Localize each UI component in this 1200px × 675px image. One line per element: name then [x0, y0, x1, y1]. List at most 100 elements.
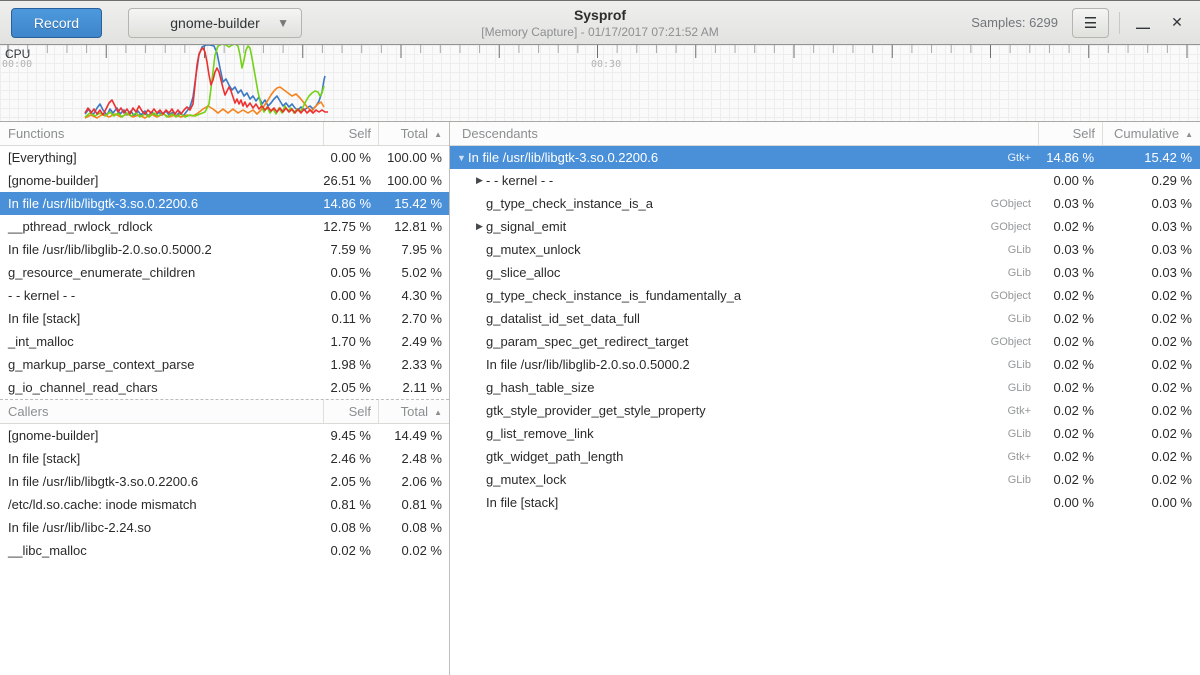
table-row[interactable]: In file [stack]0.11 %2.70 %: [0, 307, 449, 330]
descendant-name-cell: In file /usr/lib/libglib-2.0.so.0.5000.2…: [450, 357, 1038, 372]
table-row[interactable]: In file /usr/lib/libgtk-3.so.0.2200.614.…: [0, 192, 449, 215]
self-percent: 14.86 %: [1038, 150, 1102, 165]
cumulative-percent: 0.02 %: [1102, 472, 1200, 487]
record-button[interactable]: Record: [11, 8, 102, 38]
tree-row[interactable]: g_mutex_lockGLib0.02 %0.02 %: [450, 468, 1200, 491]
tree-row[interactable]: g_param_spec_get_redirect_targetGObject0…: [450, 330, 1200, 353]
table-row[interactable]: g_resource_enumerate_children0.05 %5.02 …: [0, 261, 449, 284]
left-pane: Functions Self Total▲ [Everything]0.00 %…: [0, 122, 450, 675]
tree-row[interactable]: gtk_widget_path_lengthGtk+0.02 %0.02 %: [450, 445, 1200, 468]
table-row[interactable]: [gnome-builder]26.51 %100.00 %: [0, 169, 449, 192]
total-percent: 14.49 %: [378, 428, 449, 443]
descendant-name: g_mutex_lock: [486, 472, 566, 487]
tree-row[interactable]: ▼In file /usr/lib/libgtk-3.so.0.2200.6Gt…: [450, 146, 1200, 169]
cumulative-percent: 0.02 %: [1102, 357, 1200, 372]
target-dropdown[interactable]: gnome-builder ▼: [128, 8, 302, 38]
library-tag: GLib: [1008, 359, 1038, 371]
table-row[interactable]: __pthread_rwlock_rdlock12.75 %12.81 %: [0, 215, 449, 238]
descendant-name: g_type_check_instance_is_a: [486, 196, 653, 211]
table-row[interactable]: g_io_channel_read_chars2.05 %2.11 %: [0, 376, 449, 399]
total-percent: 2.49 %: [378, 334, 449, 349]
tree-row[interactable]: g_type_check_instance_is_aGObject0.03 %0…: [450, 192, 1200, 215]
self-percent: 0.81 %: [323, 497, 378, 512]
self-percent: 26.51 %: [323, 173, 378, 188]
table-row[interactable]: g_markup_parse_context_parse1.98 %2.33 %: [0, 353, 449, 376]
tree-row[interactable]: g_slice_allocGLib0.03 %0.03 %: [450, 261, 1200, 284]
library-tag: Gtk+: [1007, 451, 1038, 463]
menu-button[interactable]: ☰: [1072, 8, 1109, 38]
tree-row[interactable]: g_datalist_id_set_data_fullGLib0.02 %0.0…: [450, 307, 1200, 330]
callers-total-column-header[interactable]: Total▲: [378, 400, 449, 423]
tree-row[interactable]: g_list_remove_linkGLib0.02 %0.02 %: [450, 422, 1200, 445]
functions-total-column-header[interactable]: Total▲: [378, 122, 449, 145]
table-row[interactable]: [Everything]0.00 %100.00 %: [0, 146, 449, 169]
self-percent: 9.45 %: [323, 428, 378, 443]
target-dropdown-label: gnome-builder: [170, 15, 260, 31]
sort-arrow-icon: ▲: [434, 130, 442, 139]
table-row[interactable]: In file /usr/lib/libglib-2.0.so.0.5000.2…: [0, 238, 449, 261]
caller-name: In file /usr/lib/libgtk-3.so.0.2200.6: [0, 474, 323, 489]
tree-row[interactable]: ▶- - kernel - -0.00 %0.29 %: [450, 169, 1200, 192]
function-name: __pthread_rwlock_rdlock: [0, 219, 323, 234]
self-percent: 0.02 %: [1038, 472, 1102, 487]
self-percent: 0.03 %: [1038, 196, 1102, 211]
self-percent: 0.02 %: [1038, 449, 1102, 464]
total-percent: 5.02 %: [378, 265, 449, 280]
cumulative-percent: 0.02 %: [1102, 334, 1200, 349]
table-row[interactable]: _int_malloc1.70 %2.49 %: [0, 330, 449, 353]
tree-row[interactable]: g_type_check_instance_is_fundamentally_a…: [450, 284, 1200, 307]
tree-row[interactable]: g_hash_table_sizeGLib0.02 %0.02 %: [450, 376, 1200, 399]
expander-open-icon[interactable]: ▼: [455, 153, 468, 163]
total-percent: 12.81 %: [378, 219, 449, 234]
library-tag: GObject: [991, 221, 1038, 233]
callers-self-column-header[interactable]: Self: [323, 400, 378, 423]
self-percent: 2.05 %: [323, 380, 378, 395]
cpu-graph: [0, 45, 1200, 122]
tree-row[interactable]: ▶g_signal_emitGObject0.02 %0.03 %: [450, 215, 1200, 238]
library-tag: GObject: [991, 290, 1038, 302]
descendant-name-cell: gtk_widget_path_lengthGtk+: [450, 449, 1038, 464]
descendants-cumulative-column-header[interactable]: Cumulative▲: [1102, 122, 1200, 145]
table-row[interactable]: In file /usr/lib/libgtk-3.so.0.2200.62.0…: [0, 470, 449, 493]
samples-count: Samples: 6299: [971, 15, 1058, 30]
close-button[interactable]: ✕: [1160, 6, 1194, 40]
expander-closed-icon[interactable]: ▶: [473, 175, 486, 186]
callers-column-header[interactable]: Callers: [0, 400, 323, 423]
time-label-mid: 00:30: [591, 59, 621, 70]
descendant-name: g_datalist_id_set_data_full: [486, 311, 640, 326]
self-percent: 0.02 %: [1038, 426, 1102, 441]
cumulative-percent: 0.29 %: [1102, 173, 1200, 188]
self-percent: 1.98 %: [323, 357, 378, 372]
tree-row[interactable]: g_mutex_unlockGLib0.03 %0.03 %: [450, 238, 1200, 261]
caller-name: In file /usr/lib/libc-2.24.so: [0, 520, 323, 535]
hamburger-icon: ☰: [1084, 14, 1097, 32]
function-name: _int_malloc: [0, 334, 323, 349]
expander-closed-icon[interactable]: ▶: [473, 221, 486, 232]
function-name: In file /usr/lib/libglib-2.0.so.0.5000.2: [0, 242, 323, 257]
cumulative-percent: 0.02 %: [1102, 449, 1200, 464]
table-row[interactable]: /etc/ld.so.cache: inode mismatch0.81 %0.…: [0, 493, 449, 516]
tree-row[interactable]: In file /usr/lib/libglib-2.0.so.0.5000.2…: [450, 353, 1200, 376]
descendants-column-header[interactable]: Descendants: [450, 122, 1038, 145]
functions-self-column-header[interactable]: Self: [323, 122, 378, 145]
table-row[interactable]: - - kernel - -0.00 %4.30 %: [0, 284, 449, 307]
self-percent: 0.00 %: [323, 150, 378, 165]
descendants-self-column-header[interactable]: Self: [1038, 122, 1102, 145]
self-percent: 12.75 %: [323, 219, 378, 234]
cumulative-percent: 0.02 %: [1102, 426, 1200, 441]
table-row[interactable]: [gnome-builder]9.45 %14.49 %: [0, 424, 449, 447]
function-name: [gnome-builder]: [0, 173, 323, 188]
cpu-timeline[interactable]: CPU 00:00 00:30: [0, 45, 1200, 122]
table-row[interactable]: In file /usr/lib/libc-2.24.so0.08 %0.08 …: [0, 516, 449, 539]
tree-row[interactable]: In file [stack]0.00 %0.00 %: [450, 491, 1200, 514]
tree-row[interactable]: gtk_style_provider_get_style_propertyGtk…: [450, 399, 1200, 422]
descendant-name: g_list_remove_link: [486, 426, 594, 441]
total-percent: 2.11 %: [378, 380, 449, 395]
minimize-button[interactable]: —: [1126, 6, 1160, 40]
total-percent: 2.33 %: [378, 357, 449, 372]
sort-arrow-icon: ▲: [1185, 130, 1193, 139]
table-row[interactable]: In file [stack]2.46 %2.48 %: [0, 447, 449, 470]
functions-column-header[interactable]: Functions: [0, 122, 323, 145]
table-row[interactable]: __libc_malloc0.02 %0.02 %: [0, 539, 449, 562]
sort-arrow-icon: ▲: [434, 408, 442, 417]
